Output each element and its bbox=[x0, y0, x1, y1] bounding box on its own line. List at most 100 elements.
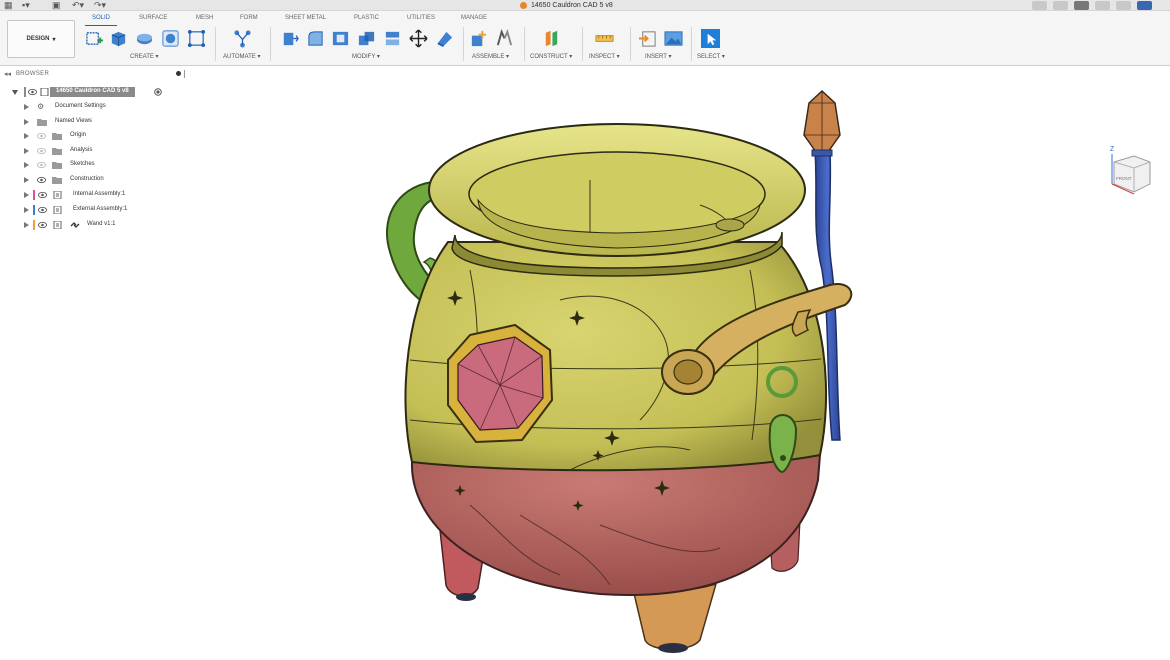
assemble-group-label[interactable]: ASSEMBLE ▾ bbox=[472, 53, 509, 60]
toolbar-ribbon: DESIGN ▾ SOLID SURFACE MESH FORM SHEET M… bbox=[0, 11, 1170, 66]
tab-plastic[interactable]: PLASTIC bbox=[354, 15, 379, 21]
app-menu-icon[interactable]: ▦ bbox=[4, 0, 13, 11]
tab-manage[interactable]: MANAGE bbox=[461, 15, 487, 21]
modify-group-label[interactable]: MODIFY ▾ bbox=[352, 53, 380, 60]
expand-arrow-icon[interactable] bbox=[24, 192, 29, 198]
extensions-icon[interactable] bbox=[1053, 1, 1068, 10]
browser-item-label: Named Views bbox=[55, 118, 92, 124]
job-status-icon[interactable] bbox=[1074, 1, 1089, 10]
combine-icon[interactable] bbox=[357, 29, 376, 48]
component-icon bbox=[53, 206, 62, 214]
redo-icon[interactable]: ↷▾ bbox=[94, 0, 106, 11]
hole-icon[interactable] bbox=[161, 29, 180, 48]
browser-item-origin[interactable]: Origin bbox=[0, 130, 190, 142]
save-icon[interactable]: ▣ bbox=[52, 0, 61, 11]
expand-arrow-icon[interactable] bbox=[12, 90, 18, 95]
visibility-eye-icon[interactable] bbox=[28, 88, 37, 96]
visibility-eye-icon[interactable] bbox=[37, 161, 46, 169]
view-cube-face-label: FRONT bbox=[1116, 176, 1132, 181]
expand-arrow-icon[interactable] bbox=[24, 207, 29, 213]
automate-group-label[interactable]: AUTOMATE ▾ bbox=[223, 53, 260, 60]
extrude-icon[interactable] bbox=[109, 29, 128, 48]
visibility-eye-icon[interactable] bbox=[37, 132, 46, 140]
visibility-eye-icon[interactable] bbox=[37, 147, 46, 155]
visibility-eye-icon[interactable] bbox=[38, 206, 47, 214]
undo-icon[interactable]: ↶▾ bbox=[72, 0, 84, 11]
expand-arrow-icon[interactable] bbox=[24, 222, 29, 228]
move-copy-icon[interactable] bbox=[409, 29, 428, 48]
shell-icon[interactable] bbox=[331, 29, 350, 48]
tab-utilities[interactable]: UTILITIES bbox=[407, 15, 435, 21]
z-axis-label: Z bbox=[1110, 146, 1115, 153]
folder-icon bbox=[52, 162, 62, 169]
workspace-label: DESIGN bbox=[26, 36, 50, 42]
new-component-icon[interactable] bbox=[469, 29, 488, 48]
color-indicator bbox=[33, 205, 35, 215]
browser-item-sketches[interactable]: Sketches bbox=[0, 159, 190, 171]
insert-group-label[interactable]: INSERT ▾ bbox=[645, 53, 671, 60]
fillet-icon[interactable] bbox=[306, 29, 325, 48]
insert-image-icon[interactable] bbox=[664, 29, 683, 48]
joint-icon[interactable] bbox=[495, 29, 514, 48]
automate-icon[interactable] bbox=[233, 29, 252, 48]
notifications-icon[interactable] bbox=[1095, 1, 1110, 10]
construct-group-label[interactable]: CONSTRUCT ▾ bbox=[530, 53, 572, 60]
new-tab-icon[interactable] bbox=[1032, 1, 1047, 10]
view-cube[interactable]: Z FRONT bbox=[1106, 144, 1154, 196]
browser-item-named-views[interactable]: Named Views bbox=[0, 116, 190, 128]
fusion-app-window: ▦ ▪▾ ▣ ↶▾ ↷▾ 14650 Cauldron CAD 5 v8 DES… bbox=[0, 0, 1170, 660]
browser-item-external-assembly[interactable]: External Assembly:1 bbox=[0, 204, 190, 216]
workspace-switcher-button[interactable]: DESIGN ▾ bbox=[7, 20, 75, 58]
select-group-label[interactable]: SELECT ▾ bbox=[697, 53, 725, 60]
align-icon[interactable] bbox=[435, 29, 454, 48]
active-tab-indicator bbox=[85, 25, 117, 26]
tab-form[interactable]: FORM bbox=[240, 15, 258, 21]
document-icon bbox=[520, 2, 527, 9]
expand-arrow-icon[interactable] bbox=[24, 133, 29, 139]
color-indicator bbox=[33, 190, 35, 200]
browser-item-construction[interactable]: Construction bbox=[0, 174, 190, 186]
tab-sheet-metal[interactable]: SHEET METAL bbox=[285, 15, 326, 21]
ribbon-separator bbox=[215, 27, 216, 61]
browser-pin-icon[interactable] bbox=[176, 71, 181, 76]
tab-surface[interactable]: SURFACE bbox=[139, 15, 167, 21]
measure-icon[interactable] bbox=[595, 29, 614, 48]
user-avatar[interactable] bbox=[1137, 1, 1152, 10]
pattern-icon[interactable] bbox=[187, 29, 206, 48]
insert-derive-icon[interactable] bbox=[638, 29, 657, 48]
expand-arrow-icon[interactable] bbox=[24, 162, 29, 168]
visibility-eye-icon[interactable] bbox=[38, 191, 47, 199]
browser-item-analysis[interactable]: Analysis bbox=[0, 145, 190, 157]
expand-arrow-icon[interactable] bbox=[24, 148, 29, 154]
create-group-label[interactable]: CREATE ▾ bbox=[130, 53, 159, 60]
file-menu-icon[interactable]: ▪▾ bbox=[22, 0, 30, 11]
browser-item-internal-assembly[interactable]: Internal Assembly:1 bbox=[0, 189, 190, 201]
tab-mesh[interactable]: MESH bbox=[196, 15, 213, 21]
gear-icon: ⚙ bbox=[37, 102, 45, 111]
expand-arrow-icon[interactable] bbox=[24, 119, 29, 125]
select-icon[interactable] bbox=[701, 29, 720, 48]
folder-icon bbox=[37, 119, 47, 126]
browser-item-document-settings[interactable]: ⚙ Document Settings bbox=[0, 101, 190, 113]
tab-solid[interactable]: SOLID bbox=[92, 15, 110, 21]
ribbon-separator bbox=[582, 27, 583, 61]
ribbon-separator bbox=[524, 27, 525, 61]
activate-radio-icon[interactable] bbox=[154, 88, 162, 96]
visibility-eye-icon[interactable] bbox=[37, 176, 46, 184]
split-body-icon[interactable] bbox=[383, 29, 402, 48]
help-icon[interactable] bbox=[1116, 1, 1131, 10]
browser-item-wand[interactable]: Wand v1:1 bbox=[0, 219, 190, 231]
browser-root-row[interactable]: 14650 Cauldron CAD 5 v8 bbox=[0, 86, 190, 98]
revolve-icon[interactable] bbox=[135, 29, 154, 48]
collapse-panel-icon[interactable]: ◂◂ bbox=[4, 70, 11, 78]
browser-resize-handle[interactable] bbox=[184, 70, 185, 78]
visibility-eye-icon[interactable] bbox=[38, 221, 47, 229]
expand-arrow-icon[interactable] bbox=[24, 104, 29, 110]
offset-plane-icon[interactable] bbox=[542, 29, 561, 48]
document-icon bbox=[40, 88, 49, 96]
press-pull-icon[interactable] bbox=[280, 29, 299, 48]
inspect-group-label[interactable]: INSPECT ▾ bbox=[589, 53, 620, 60]
create-sketch-icon[interactable] bbox=[85, 29, 104, 48]
browser-item-label: Construction bbox=[70, 176, 104, 182]
expand-arrow-icon[interactable] bbox=[24, 177, 29, 183]
